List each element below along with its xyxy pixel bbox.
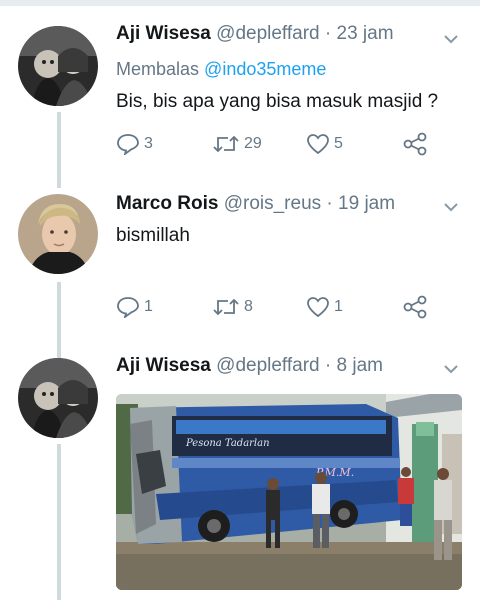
retweet-button[interactable]: 29 (212, 130, 262, 158)
heart-icon (307, 134, 329, 155)
timestamp[interactable]: · 8 jam (325, 355, 383, 376)
chevron-down-icon[interactable] (442, 198, 460, 216)
avatar[interactable] (18, 358, 98, 438)
share-icon (403, 132, 427, 156)
retweet-icon (213, 135, 239, 153)
reply-context: Membalas @indo35meme (116, 58, 326, 80)
avatar[interactable] (18, 194, 98, 274)
tweet-actions: 1 8 1 (116, 293, 436, 321)
like-button[interactable]: 1 (306, 293, 343, 321)
tweet-header: Aji Wisesa @depleffard · 23 jam (116, 22, 394, 46)
chevron-down-icon[interactable] (442, 360, 460, 378)
share-button[interactable] (402, 130, 428, 158)
like-count: 5 (334, 135, 343, 152)
tweet[interactable]: Aji Wisesa @depleffard · 23 jam Membalas… (0, 0, 480, 180)
author-name[interactable]: Aji Wisesa (116, 355, 211, 376)
share-icon (403, 295, 427, 319)
tweet-photo[interactable]: Pesona Tadarlan P.M.M. (116, 394, 462, 590)
reply-icon (117, 297, 139, 318)
like-button[interactable]: 5 (306, 130, 343, 158)
like-count: 1 (334, 298, 343, 315)
tweet-text: Bis, bis apa yang bisa masuk masjid ? (116, 91, 439, 112)
timestamp[interactable]: · 19 jam (326, 193, 395, 214)
avatar[interactable] (18, 26, 98, 106)
author-name[interactable]: Aji Wisesa (116, 23, 211, 44)
reply-button[interactable]: 1 (116, 293, 153, 321)
retweet-count: 29 (244, 135, 262, 152)
reply-count: 1 (144, 298, 153, 315)
heart-icon (307, 297, 329, 318)
retweet-count: 8 (244, 298, 253, 315)
author-handle[interactable]: @rois_reus (224, 193, 321, 214)
reply-mention[interactable]: @indo35meme (204, 59, 326, 79)
author-name[interactable]: Marco Rois (116, 193, 218, 214)
reply-button[interactable]: 3 (116, 130, 153, 158)
author-handle[interactable]: @depleffard (216, 23, 319, 44)
author-handle[interactable]: @depleffard (216, 355, 319, 376)
chevron-down-icon[interactable] (442, 30, 460, 48)
tweet-actions: 3 29 5 (116, 130, 436, 158)
share-button[interactable] (402, 293, 428, 321)
tweet-header: Marco Rois @rois_reus · 19 jam (116, 192, 395, 216)
bus-text: Pesona Tadarlan (185, 438, 270, 449)
tweet[interactable]: Marco Rois @rois_reus · 19 jam bismillah… (0, 180, 480, 350)
reply-icon (117, 134, 139, 155)
timestamp[interactable]: · 23 jam (325, 23, 394, 44)
reply-count: 3 (144, 135, 153, 152)
retweet-icon (213, 298, 239, 316)
tweet-text: bismillah (116, 225, 190, 246)
tweet-header: Aji Wisesa @depleffard · 8 jam (116, 354, 383, 378)
retweet-button[interactable]: 8 (212, 293, 253, 321)
reply-prefix: Membalas (116, 59, 200, 79)
